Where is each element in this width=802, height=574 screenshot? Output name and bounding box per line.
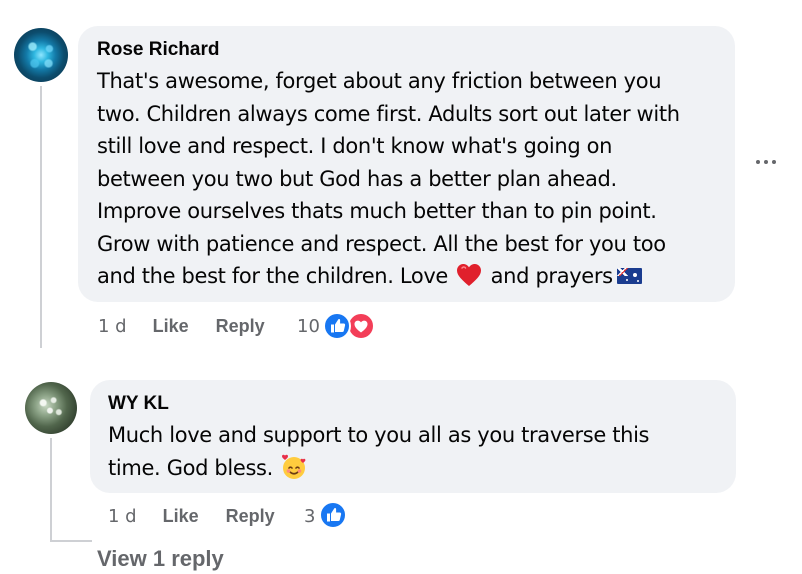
view-replies-link[interactable]: View 1 reply [97,546,224,572]
like-button[interactable]: Like [153,316,189,337]
thread-line [40,86,42,348]
thread-line [50,438,52,542]
comment-text: Much love and support to you all as you … [108,423,650,480]
comment-actions: 1 d Like Reply [98,315,265,337]
comment-bubble: WY KL Much love and support to you all a… [90,380,736,493]
reaction-summary[interactable]: 3 [304,504,315,528]
avatar[interactable] [14,28,68,82]
thread-line [50,540,92,542]
comment-timestamp[interactable]: 1 d [98,316,127,337]
avatar[interactable] [25,382,77,434]
comment-bubble: Rose Richard That's awesome, forget abou… [78,26,735,302]
smiling-face-with-hearts-icon [282,454,306,479]
comment-actions: 1 d Like Reply [108,505,275,527]
reply-button[interactable]: Reply [226,506,275,527]
red-heart-icon [457,264,482,286]
comment-author[interactable]: Rose Richard [97,39,717,61]
comment-timestamp[interactable]: 1 d [108,506,137,527]
reaction-count: 3 [304,505,316,527]
like-button[interactable]: Like [163,506,199,527]
comment-author[interactable]: WY KL [108,393,718,415]
like-reaction-icon [319,501,347,529]
reaction-summary[interactable]: 10 [297,314,320,338]
australia-flag-icon [616,268,642,284]
comment-text: That's awesome, forget about any frictio… [97,69,680,288]
reaction-count: 10 [297,315,320,337]
reply-button[interactable]: Reply [216,316,265,337]
more-options-icon[interactable] [752,152,780,172]
like-reaction-icon [323,312,351,340]
